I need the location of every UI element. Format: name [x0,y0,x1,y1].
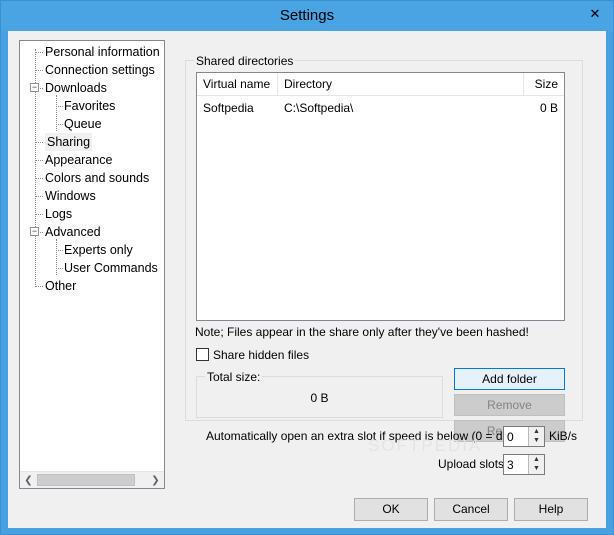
tree-connector [56,106,63,107]
add-folder-button[interactable]: Add folder [454,368,565,390]
close-icon[interactable]: ✕ [583,5,607,23]
sharing-page: Shared directories Virtual name Director… [176,40,600,489]
scroll-right-icon[interactable]: ❯ [147,472,164,489]
scroll-thumb[interactable] [37,474,135,486]
tree-connector [35,178,43,179]
extra-slot-unit: KiB/s [549,429,578,443]
upload-slots-label: Upload slots [438,457,505,471]
extra-slot-spinner[interactable]: 0 ▲ ▼ [503,426,545,447]
share-hidden-files-checkbox[interactable]: Share hidden files [196,347,309,363]
upload-slots-spinner[interactable]: 3 ▲ ▼ [503,454,545,475]
tree-item-personal-information[interactable]: Personal information [45,43,160,61]
tree-connector [35,52,43,53]
tree-item-appearance[interactable]: Appearance [45,151,112,169]
list-header: Virtual name Directory Size [197,73,564,96]
tree-item-colors-and-sounds[interactable]: Colors and sounds [45,169,149,187]
shared-directories-group: Shared directories Virtual name Director… [185,54,583,442]
tree-item-other[interactable]: Other [45,277,76,295]
tree-connector [35,286,43,287]
column-virtual-name[interactable]: Virtual name [197,73,278,96]
shared-directories-list[interactable]: Virtual name Directory Size Softpedia C:… [196,72,565,321]
tree-item-user-commands[interactable]: User Commands [64,259,158,277]
tree-connector [35,160,43,161]
tree-connector [56,268,63,269]
tree-connector [56,95,57,131]
tree-horizontal-scrollbar[interactable]: ❮ ❯ [20,471,164,488]
help-button[interactable]: Help [514,498,588,521]
extra-slot-value[interactable]: 0 [507,429,514,445]
column-directory[interactable]: Directory [278,73,524,96]
shared-directories-title: Shared directories [194,54,296,68]
minus-expander-icon[interactable]: − [30,227,39,236]
tree-connector [56,124,63,125]
minus-expander-icon[interactable]: − [30,83,39,92]
upload-slots-value[interactable]: 3 [507,457,514,473]
cell-virtual-name: Softpedia [203,101,254,115]
cell-directory: C:\Softpedia\ [284,101,354,115]
tree-connector [35,214,43,215]
table-row[interactable]: Softpedia C:\Softpedia\ 0 B [197,99,564,117]
tree-item-downloads[interactable]: Downloads [45,79,107,97]
column-size[interactable]: Size [524,73,564,96]
tree-connector [56,250,63,251]
settings-tree[interactable]: Personal information Connection settings −… [19,40,165,489]
remove-button[interactable]: Remove [454,394,565,416]
tree-item-windows[interactable]: Windows [45,187,96,205]
ok-button[interactable]: OK [354,498,428,521]
tree-item-experts-only[interactable]: Experts only [64,241,133,259]
checkbox-box[interactable] [196,348,209,361]
title-bar: Settings ✕ [1,1,613,31]
cell-size: 0 B [539,101,558,115]
tree-item-favorites[interactable]: Favorites [64,97,115,115]
hash-note: Note; Files appear in the share only aft… [195,325,529,339]
settings-window: Settings ✕ Personal information Connectio… [0,0,614,535]
spin-down-icon[interactable]: ▼ [528,436,544,446]
tree-connector [35,142,43,143]
tree-item-queue[interactable]: Queue [64,115,102,133]
total-size-value: 0 B [310,391,329,405]
window-title: Settings [279,7,335,24]
spin-down-icon[interactable]: ▼ [528,464,544,474]
watermark: SOFTPEDIA [368,436,483,455]
total-size-box: Total size: 0 B [196,370,443,418]
cancel-button[interactable]: Cancel [434,498,508,521]
tree-items: Personal information Connection settings −… [20,41,164,471]
total-size-label: Total size: [205,370,263,384]
scroll-left-icon[interactable]: ❮ [20,472,37,489]
dialog-client: Personal information Connection settings −… [8,31,606,528]
share-hidden-files-label: Share hidden files [213,348,310,362]
tree-connector [35,196,43,197]
tree-connector [56,239,57,275]
tree-item-connection-settings[interactable]: Connection settings [45,61,155,79]
tree-item-logs[interactable]: Logs [45,205,72,223]
tree-item-advanced[interactable]: Advanced [45,223,101,241]
tree-item-sharing[interactable]: Sharing [45,133,93,151]
tree-connector [35,70,43,71]
